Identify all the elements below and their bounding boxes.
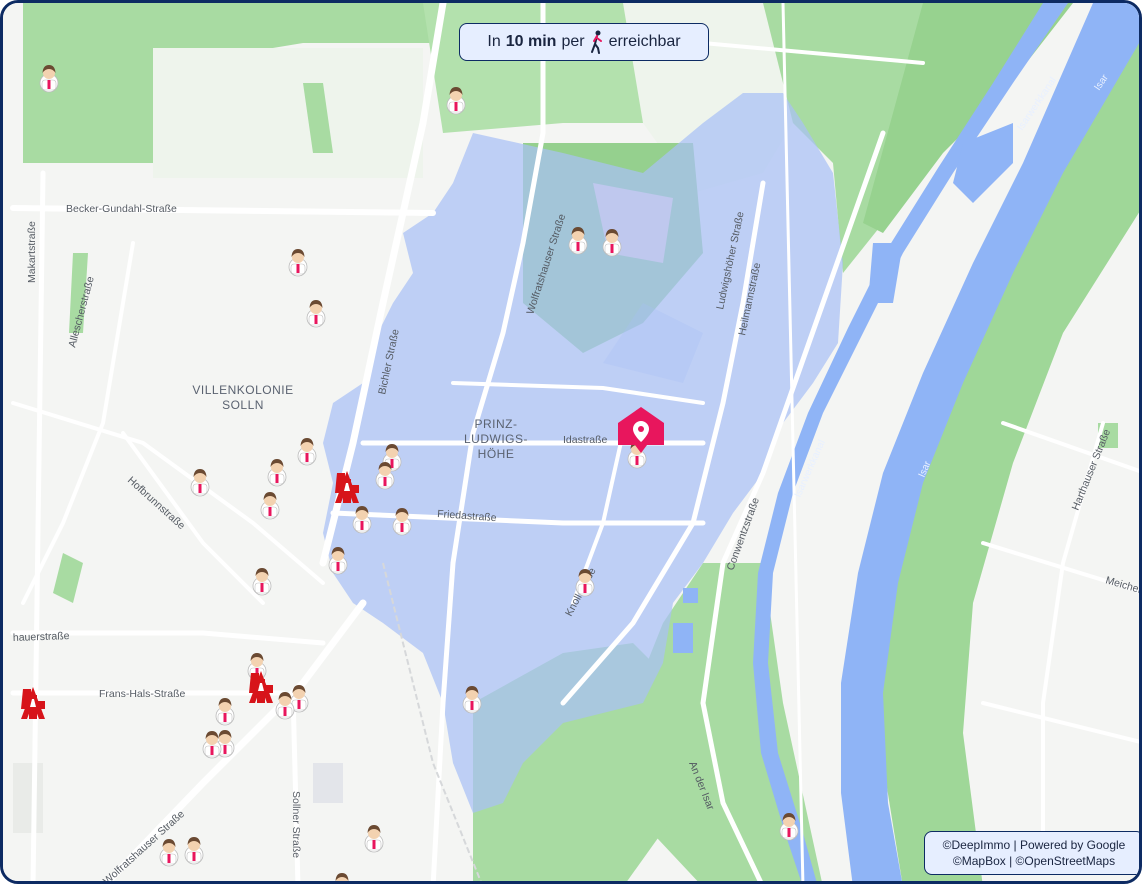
district-label: VILLENKOLONIE [192,383,293,397]
street-label: Idastraße [563,434,608,446]
district-label: LUDWIGS- [464,432,528,446]
district-label: SOLLN [222,398,264,412]
street-label: Frans-Hals-Straße [99,688,186,700]
street-label: Becker-Gundahl-Straße [66,203,177,215]
map-canvas[interactable]: Becker-Gundahl-Straße Makartstraße Alles… [3,3,1142,884]
district-label: PRINZ- [475,417,518,431]
attribution-line-1: ©DeepImmo | Powered by Google [942,838,1126,852]
street-label: Makartstraße [26,221,38,283]
walking-person-icon [590,30,602,54]
map-attribution: ©DeepImmo | Powered by Google ©MapBox | … [924,831,1139,875]
attribution-line-2: ©MapBox | ©OpenStreetMaps [952,854,1116,868]
district-label: HÖHE [478,447,515,461]
street-label: hauerstraße [13,630,70,644]
map-frame: Becker-Gundahl-Straße Makartstraße Alles… [0,0,1142,884]
badge-prefix: In [487,33,501,50]
street-label: Sollner Straße [290,791,302,858]
travel-time-badge: In 10 min per erreichbar [459,23,709,61]
badge-suffix: erreichbar [608,33,681,50]
badge-duration: 10 min [505,33,557,50]
badge-mode-label: per [561,33,585,50]
